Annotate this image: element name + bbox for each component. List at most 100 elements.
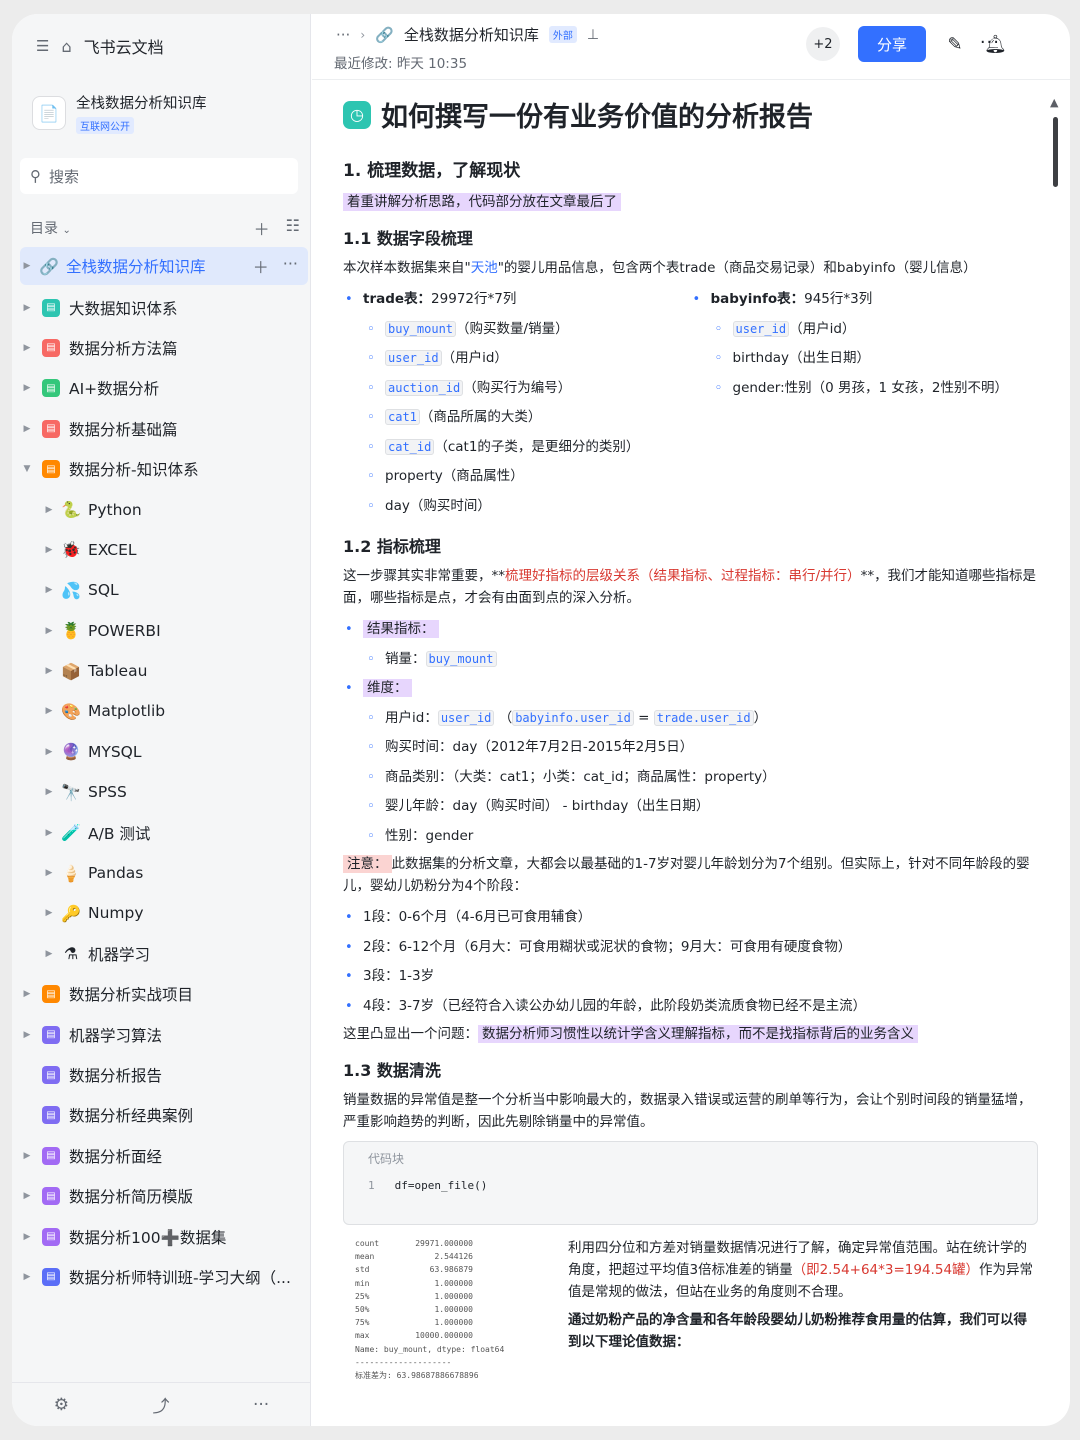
sidebar-item-label: AI+数据分析 [69, 380, 160, 399]
scroll-up-icon[interactable]: ▲ [1050, 96, 1062, 109]
section-1-heading: 1. 梳理数据，了解现状 [343, 161, 521, 181]
space-header[interactable]: 📄 全栈数据分析知识库 互联网公开 [32, 92, 207, 134]
sidebar-item[interactable]: ▶ 🔑 Numpy [20, 893, 308, 933]
caret-right-icon[interactable]: ▶ [20, 1030, 34, 1040]
sidebar-item[interactable]: ▶ ▤ 数据分析师特训班-学习大纲（... [20, 1257, 308, 1297]
sidebar-item-label: 数据分析报告 [69, 1067, 163, 1085]
collapse-sidebar-icon[interactable]: ☰ [36, 37, 49, 55]
caret-right-icon[interactable]: ▶ [42, 505, 56, 515]
section-1-2-heading: 1.2 指标梳理 [343, 537, 441, 556]
search-placeholder: 搜索 [49, 167, 80, 186]
sidebar-item[interactable]: ▼ ▤ 数据分析-知识体系 [20, 449, 308, 489]
caret-right-icon[interactable]: ▶ [20, 1151, 34, 1161]
doc-icon: ▤ [42, 338, 60, 357]
caret-right-icon[interactable]: ▶ [42, 868, 56, 878]
sidebar-item[interactable]: ▶ 🎨 Matplotlib [20, 691, 308, 731]
stats-row-line: 25% 1.000000 [355, 1291, 473, 1301]
sidebar-item[interactable]: ▶ 🐍 Python [20, 489, 308, 529]
header-more-icon[interactable]: ··· [980, 32, 1000, 53]
breadcrumb: ··· › 🔗 全栈数据分析知识库 外部 ⊥ [336, 24, 599, 45]
edit-pencil-icon[interactable]: ✎ [944, 34, 966, 55]
caret-right-icon[interactable]: ▶ [20, 1272, 34, 1282]
caret-right-icon[interactable]: ▶ [42, 949, 56, 959]
sidebar-item[interactable]: ▶ ▤ 数据分析面经 [20, 1136, 308, 1176]
caret-right-icon[interactable]: ▶ [20, 261, 34, 271]
sidebar-item[interactable]: ▶ 🐞 EXCEL [20, 530, 308, 570]
breadcrumb-title[interactable]: 全栈数据分析知识库 [404, 24, 539, 45]
scroll-thumb[interactable] [1053, 117, 1058, 187]
sidebar-item[interactable]: ▶ ▤ 数据分析基础篇 [20, 409, 308, 449]
add-child-icon[interactable]: ＋ [253, 254, 269, 278]
caret-right-icon[interactable]: ▶ [42, 787, 56, 797]
sidebar-item-label: 机器学习算法 [69, 1026, 163, 1045]
caret-right-icon[interactable]: ▶ [20, 383, 34, 393]
share-arrow-icon[interactable]: ⤴ [153, 1392, 170, 1417]
sidebar-item[interactable]: ▶ ▤ 数据分析方法篇 [20, 328, 308, 368]
sidebar-item[interactable]: ▶ ▤ 大数据知识体系 [20, 287, 308, 327]
doc-title: ◷ 如何撰写一份有业务价值的分析报告 [343, 95, 1038, 134]
sidebar-item[interactable]: ▶ ⚗ 机器学习 [20, 934, 308, 974]
breadcrumb-more-icon[interactable]: ··· [336, 26, 350, 44]
stats-std-line: 标准差为: 63.98687886678896 [355, 1371, 479, 1381]
dim-category-item: 商品类别：（大类：cat1；小类：cat_id；商品属性：property） [343, 763, 1038, 793]
baby-fields-list: user_id（用户id）birthday（出生日期）gender:性别（0 男… [691, 315, 1039, 404]
sidebar-item-label: 数据分析实战项目 [69, 986, 194, 1005]
list-settings-icon[interactable]: ☷ [286, 216, 300, 240]
caret-right-icon[interactable]: ▶ [20, 1191, 34, 1201]
sidebar-item-label: 数据分析-知识体系 [69, 461, 199, 480]
collaborators-avatar[interactable]: +2 [806, 27, 840, 61]
caret-right-icon[interactable]: ▶ [20, 424, 34, 434]
sidebar-item[interactable]: ▶ 🍍 POWERBI [20, 611, 308, 651]
scrollbar[interactable]: ▲ [1050, 96, 1062, 187]
sidebar-item[interactable]: ▶ ▤ 数据分析100➕数据集 [20, 1216, 308, 1256]
sidebar-item-label: EXCEL [88, 540, 137, 559]
sidebar-item[interactable]: ▶ 🔮 MYSQL [20, 732, 308, 772]
field-item: property（商品属性） [343, 462, 691, 492]
caret-right-icon[interactable]: ▶ [20, 989, 34, 999]
caret-right-icon[interactable]: ▶ [42, 828, 56, 838]
caret-right-icon[interactable]: ▶ [20, 1232, 34, 1242]
sidebar-item[interactable]: ▶ ▤ 数据分析简历模版 [20, 1176, 308, 1216]
item-emoji-icon: 🔭 [61, 782, 81, 802]
tianchi-link[interactable]: 天池 [471, 260, 498, 276]
sidebar-item[interactable]: ▶ ▤ 机器学习算法 [20, 1014, 308, 1054]
sidebar-item[interactable]: ▶ ▤ 数据分析实战项目 [20, 974, 308, 1014]
sidebar-item[interactable]: ▶ ▤ AI+数据分析 [20, 368, 308, 408]
sidebar-item[interactable]: ▶ 📦 Tableau [20, 651, 308, 691]
sidebar-item[interactable]: ▶ 🔭 SPSS [20, 772, 308, 812]
caret-right-icon[interactable]: ▶ [42, 908, 56, 918]
caret-right-icon[interactable]: ▶ [42, 585, 56, 595]
caret-right-icon[interactable]: ▶ [42, 626, 56, 636]
caret-right-icon[interactable]: ▶ [42, 666, 56, 676]
caret-right-icon[interactable]: ▶ [42, 706, 56, 716]
notice-para: 注意： 此数据集的分析文章，大都会以最基础的1-7岁对婴儿年龄划分为7个组别。但实… [343, 855, 1030, 894]
pin-icon[interactable]: ⊥ [587, 27, 599, 43]
sidebar-item[interactable]: ▶ 🍦 Pandas [20, 853, 308, 893]
caret-right-icon[interactable]: ▶ [20, 303, 34, 313]
code-block-label: 代码块 [368, 1152, 405, 1166]
sidebar-item[interactable]: ▶ 🔗 全栈数据分析知识库 ＋ ··· [20, 247, 308, 285]
caret-down-icon[interactable]: ▼ [20, 464, 34, 474]
chevron-right-icon: › [360, 27, 366, 42]
sidebar-item[interactable]: ▤ 数据分析报告 [20, 1055, 308, 1095]
chevron-down-icon: ⌄ [62, 225, 71, 236]
caret-right-icon[interactable]: ▶ [42, 545, 56, 555]
caret-right-icon[interactable]: ▶ [20, 343, 34, 353]
item-emoji-icon: 🔑 [61, 903, 81, 923]
sidebar-item[interactable]: ▶ 🧪 A/B 测试 [20, 812, 308, 852]
doc-icon: ▤ [42, 460, 60, 479]
search-input[interactable]: ⚲ 搜索 [20, 158, 298, 194]
settings-gear-icon[interactable]: ⚙ [54, 1395, 69, 1415]
code-block[interactable]: 代码块 1 df=open_file() [343, 1141, 1038, 1225]
item-emoji-icon: 🎨 [61, 701, 81, 721]
add-icon[interactable]: ＋ [254, 216, 270, 240]
more-icon[interactable]: ··· [253, 1395, 269, 1415]
caret-right-icon[interactable]: ▶ [42, 747, 56, 757]
sidebar-item[interactable]: ▤ 数据分析经典案例 [20, 1095, 308, 1135]
item-more-icon[interactable]: ··· [283, 254, 298, 278]
sidebar-item[interactable]: ▶ 💦 SQL [20, 570, 308, 610]
stats-explanation: 利用四分位和方差对销量数据情况进行了解，确定异常值范围。站在统计学的角度，把超过… [568, 1237, 1038, 1382]
home-icon[interactable]: ⌂ [61, 37, 71, 56]
toc-toggle[interactable]: 目录 ⌄ [30, 218, 71, 238]
share-button[interactable]: 分享 [858, 26, 926, 62]
